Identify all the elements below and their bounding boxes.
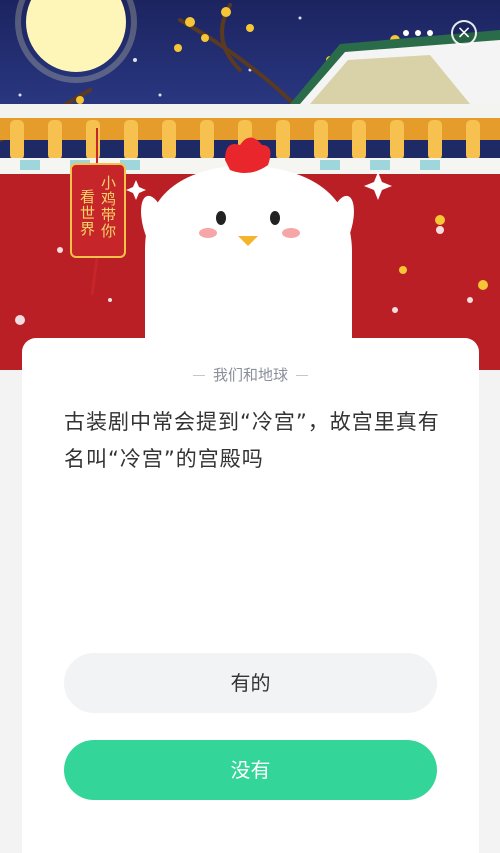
source-label: 我们和地球 [212, 366, 288, 384]
quiz-card: 我们和地球 古装剧中常会提到“冷宫”，故宫里真有名叫“冷宫”的宫殿吗 有的 没有 [22, 338, 479, 853]
quiz-source: 我们和地球 [22, 364, 479, 385]
divider [192, 375, 205, 376]
question-text: 古装剧中常会提到“冷宫”，故宫里真有名叫“冷宫”的宫殿吗 [64, 410, 440, 471]
hero-banner: 小鸡带你 看世界 × [0, 0, 500, 370]
tag-text-left: 看世界 [78, 189, 96, 237]
hanging-tag: 小鸡带你 看世界 [70, 163, 126, 258]
more-options-icon[interactable] [403, 30, 433, 38]
answer-option-yes-button[interactable]: 有的 [64, 653, 437, 713]
answer-option-no-button[interactable]: 没有 [64, 740, 437, 800]
close-button[interactable]: × [451, 20, 477, 46]
divider [296, 375, 308, 376]
tag-text-right: 小鸡带你 [99, 175, 117, 239]
